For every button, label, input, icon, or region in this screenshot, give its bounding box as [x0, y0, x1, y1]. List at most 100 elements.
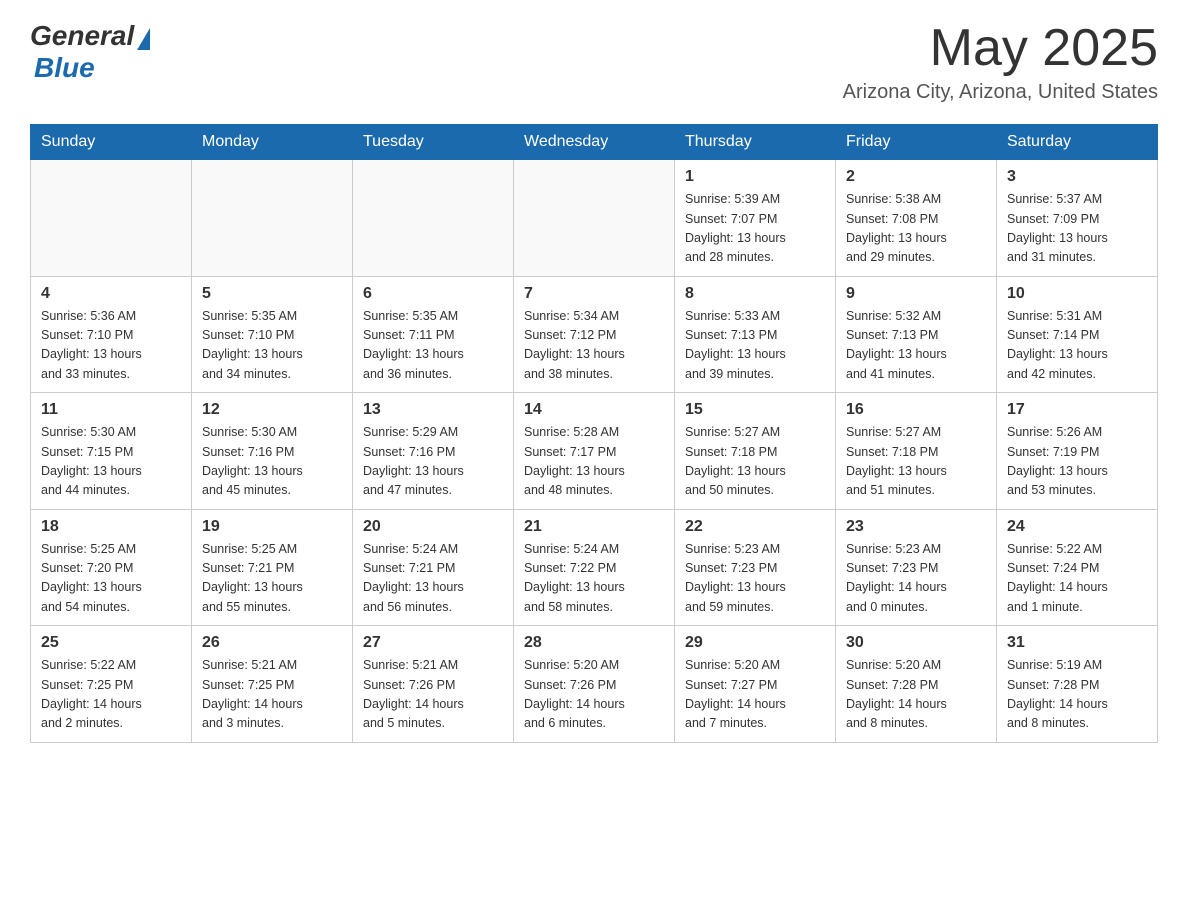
day-info: Sunrise: 5:33 AMSunset: 7:13 PMDaylight:…	[685, 307, 825, 385]
day-number: 27	[363, 634, 503, 652]
day-number: 17	[1007, 401, 1147, 419]
col-friday: Friday	[836, 125, 997, 160]
day-number: 2	[846, 168, 986, 186]
day-info: Sunrise: 5:36 AMSunset: 7:10 PMDaylight:…	[41, 307, 181, 385]
col-tuesday: Tuesday	[353, 125, 514, 160]
day-number: 8	[685, 285, 825, 303]
day-number: 26	[202, 634, 342, 652]
table-row: 12 Sunrise: 5:30 AMSunset: 7:16 PMDayligh…	[192, 393, 353, 510]
table-row: 30Sunrise: 5:20 AMSunset: 7:28 PMDayligh…	[836, 626, 997, 743]
calendar-header-row: Sunday Monday Tuesday Wednesday Thursday…	[31, 125, 1158, 160]
col-wednesday: Wednesday	[514, 125, 675, 160]
day-number: 21	[524, 518, 664, 536]
logo-general-text: General	[30, 20, 134, 52]
calendar-week-row: 4 Sunrise: 5:36 AMSunset: 7:10 PMDaylight…	[31, 276, 1158, 393]
table-row: 19 Sunrise: 5:25 AMSunset: 7:21 PMDayligh…	[192, 509, 353, 626]
day-info: Sunrise: 5:35 AMSunset: 7:11 PMDaylight:…	[363, 307, 503, 385]
table-row: 26 Sunrise: 5:21 AMSunset: 7:25 PMDayligh…	[192, 626, 353, 743]
day-number: 23	[846, 518, 986, 536]
day-info: Sunrise: 5:23 AMSunset: 7:23 PMDaylight:…	[846, 540, 986, 618]
table-row: 20 Sunrise: 5:24 AMSunset: 7:21 PMDayligh…	[353, 509, 514, 626]
day-number: 24	[1007, 518, 1147, 536]
day-info: Sunrise: 5:27 AMSunset: 7:18 PMDaylight:…	[846, 423, 986, 501]
day-number: 30	[846, 634, 986, 652]
day-info: Sunrise: 5:31 AMSunset: 7:14 PMDaylight:…	[1007, 307, 1147, 385]
day-number: 7	[524, 285, 664, 303]
day-info: Sunrise: 5:38 AMSunset: 7:08 PMDaylight:…	[846, 190, 986, 268]
day-info: Sunrise: 5:37 AMSunset: 7:09 PMDaylight:…	[1007, 190, 1147, 268]
day-info: Sunrise: 5:23 AMSunset: 7:23 PMDaylight:…	[685, 540, 825, 618]
day-number: 15	[685, 401, 825, 419]
day-number: 5	[202, 285, 342, 303]
day-info: Sunrise: 5:34 AMSunset: 7:12 PMDaylight:…	[524, 307, 664, 385]
day-number: 20	[363, 518, 503, 536]
day-number: 3	[1007, 168, 1147, 186]
col-monday: Monday	[192, 125, 353, 160]
day-info: Sunrise: 5:24 AMSunset: 7:22 PMDaylight:…	[524, 540, 664, 618]
table-row	[353, 160, 514, 277]
table-row: 1 Sunrise: 5:39 AMSunset: 7:07 PMDaylight…	[675, 160, 836, 277]
table-row	[514, 160, 675, 277]
logo-blue-text: Blue	[34, 52, 95, 84]
day-info: Sunrise: 5:39 AMSunset: 7:07 PMDaylight:…	[685, 190, 825, 268]
day-info: Sunrise: 5:20 AMSunset: 7:27 PMDaylight:…	[685, 656, 825, 734]
table-row: 27 Sunrise: 5:21 AMSunset: 7:26 PMDayligh…	[353, 626, 514, 743]
month-title: May 2025	[843, 20, 1158, 77]
table-row: 15 Sunrise: 5:27 AMSunset: 7:18 PMDayligh…	[675, 393, 836, 510]
day-info: Sunrise: 5:30 AMSunset: 7:16 PMDaylight:…	[202, 423, 342, 501]
day-info: Sunrise: 5:24 AMSunset: 7:21 PMDaylight:…	[363, 540, 503, 618]
day-info: Sunrise: 5:29 AMSunset: 7:16 PMDaylight:…	[363, 423, 503, 501]
table-row: 7 Sunrise: 5:34 AMSunset: 7:12 PMDaylight…	[514, 276, 675, 393]
table-row	[192, 160, 353, 277]
day-info: Sunrise: 5:22 AMSunset: 7:24 PMDaylight:…	[1007, 540, 1147, 618]
table-row: 11 Sunrise: 5:30 AMSunset: 7:15 PMDayligh…	[31, 393, 192, 510]
table-row: 13 Sunrise: 5:29 AMSunset: 7:16 PMDayligh…	[353, 393, 514, 510]
location-title: Arizona City, Arizona, United States	[843, 81, 1158, 104]
table-row: 6 Sunrise: 5:35 AMSunset: 7:11 PMDaylight…	[353, 276, 514, 393]
day-info: Sunrise: 5:19 AMSunset: 7:28 PMDaylight:…	[1007, 656, 1147, 734]
day-info: Sunrise: 5:28 AMSunset: 7:17 PMDaylight:…	[524, 423, 664, 501]
day-number: 22	[685, 518, 825, 536]
day-info: Sunrise: 5:30 AMSunset: 7:15 PMDaylight:…	[41, 423, 181, 501]
day-number: 14	[524, 401, 664, 419]
table-row: 2 Sunrise: 5:38 AMSunset: 7:08 PMDaylight…	[836, 160, 997, 277]
table-row: 28Sunrise: 5:20 AMSunset: 7:26 PMDayligh…	[514, 626, 675, 743]
table-row	[31, 160, 192, 277]
day-number: 31	[1007, 634, 1147, 652]
day-number: 6	[363, 285, 503, 303]
calendar-week-row: 18Sunrise: 5:25 AMSunset: 7:20 PMDayligh…	[31, 509, 1158, 626]
day-number: 4	[41, 285, 181, 303]
day-info: Sunrise: 5:25 AMSunset: 7:21 PMDaylight:…	[202, 540, 342, 618]
table-row: 24 Sunrise: 5:22 AMSunset: 7:24 PMDayligh…	[997, 509, 1158, 626]
day-number: 19	[202, 518, 342, 536]
header-right: May 2025 Arizona City, Arizona, United S…	[843, 20, 1158, 104]
table-row: 22 Sunrise: 5:23 AMSunset: 7:23 PMDayligh…	[675, 509, 836, 626]
day-info: Sunrise: 5:22 AMSunset: 7:25 PMDaylight:…	[41, 656, 181, 734]
table-row: 29 Sunrise: 5:20 AMSunset: 7:27 PMDayligh…	[675, 626, 836, 743]
day-info: Sunrise: 5:21 AMSunset: 7:25 PMDaylight:…	[202, 656, 342, 734]
table-row: 8 Sunrise: 5:33 AMSunset: 7:13 PMDaylight…	[675, 276, 836, 393]
calendar-week-row: 11 Sunrise: 5:30 AMSunset: 7:15 PMDayligh…	[31, 393, 1158, 510]
table-row: 3 Sunrise: 5:37 AMSunset: 7:09 PMDaylight…	[997, 160, 1158, 277]
table-row: 23 Sunrise: 5:23 AMSunset: 7:23 PMDayligh…	[836, 509, 997, 626]
day-number: 9	[846, 285, 986, 303]
day-number: 1	[685, 168, 825, 186]
day-number: 12	[202, 401, 342, 419]
day-info: Sunrise: 5:26 AMSunset: 7:19 PMDaylight:…	[1007, 423, 1147, 501]
table-row: 9Sunrise: 5:32 AMSunset: 7:13 PMDaylight…	[836, 276, 997, 393]
table-row: 4 Sunrise: 5:36 AMSunset: 7:10 PMDaylight…	[31, 276, 192, 393]
day-number: 29	[685, 634, 825, 652]
col-thursday: Thursday	[675, 125, 836, 160]
day-info: Sunrise: 5:21 AMSunset: 7:26 PMDaylight:…	[363, 656, 503, 734]
day-info: Sunrise: 5:27 AMSunset: 7:18 PMDaylight:…	[685, 423, 825, 501]
day-info: Sunrise: 5:25 AMSunset: 7:20 PMDaylight:…	[41, 540, 181, 618]
logo: General Blue	[30, 20, 150, 84]
col-saturday: Saturday	[997, 125, 1158, 160]
day-number: 13	[363, 401, 503, 419]
table-row: 10Sunrise: 5:31 AMSunset: 7:14 PMDayligh…	[997, 276, 1158, 393]
calendar-table: Sunday Monday Tuesday Wednesday Thursday…	[30, 124, 1158, 743]
day-number: 11	[41, 401, 181, 419]
logo-triangle-icon	[137, 28, 150, 50]
table-row: 21 Sunrise: 5:24 AMSunset: 7:22 PMDayligh…	[514, 509, 675, 626]
day-number: 16	[846, 401, 986, 419]
